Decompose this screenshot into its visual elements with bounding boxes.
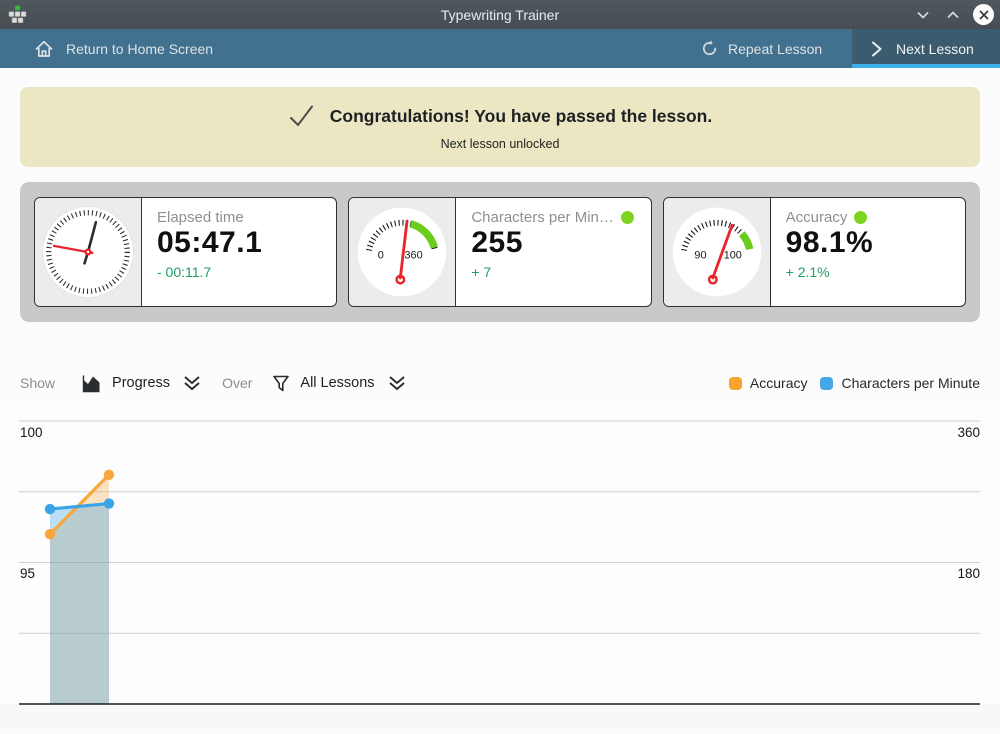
filter-funnel-icon [272,374,290,393]
next-lesson-label: Next Lesson [896,41,974,57]
stat-value: 255 [471,226,635,261]
accuracy-icon-cell: 90 100 [664,198,771,306]
title-bar: Typewriting Trainer [0,0,1000,29]
return-home-label: Return to Home Screen [66,41,213,57]
stat-value: 98.1% [786,226,950,261]
banner-title: Congratulations! You have passed the les… [330,106,713,127]
improvement-dot [854,211,867,224]
home-icon [34,39,54,59]
cpm-legend-label: Characters per Minute [841,375,980,391]
chevron-up-icon [945,7,961,23]
stat-label: Characters per Min… [471,209,614,226]
clock-icon [40,204,136,300]
elapsed-time-icon-cell [35,198,142,306]
left-axis-tick-95: 95 [20,566,35,581]
accuracy-gauge-icon: 90 100 [671,206,763,298]
stat-label: Elapsed time [157,209,244,226]
gauge-min-label: 0 [378,250,384,262]
checkmark-icon [288,103,315,130]
banner-subtitle: Next lesson unlocked [441,137,560,151]
stat-label: Accuracy [786,209,848,226]
over-label: Over [222,375,252,391]
app-window: { "window": { "title": "Typewriting Trai… [0,0,1000,729]
return-home-button[interactable]: Return to Home Screen [34,29,213,68]
toolbar: Return to Home Screen Repeat Lesson Next… [0,29,1000,68]
progress-chart: 100 95 360 180 [0,405,1000,729]
progress-combobox[interactable]: Progress [81,373,202,394]
accuracy-card: 90 100 Accuracy 98.1% + 2.1% [663,197,966,307]
speed-gauge-icon: 0 360 [356,206,448,298]
accuracy-legend-label: Accuracy [750,375,808,391]
area-chart-icon [81,373,102,394]
left-axis-tick-100: 100 [20,425,43,440]
right-axis-tick-360: 360 [957,425,980,440]
close-icon [978,9,990,21]
show-label: Show [20,375,55,391]
stat-delta: + 7 [471,264,635,280]
window-controls [913,0,994,29]
elapsed-time-card: Elapsed time 05:47.1 - 00:11.7 [34,197,337,307]
stat-value: 05:47.1 [157,226,321,261]
double-chevron-down-icon [387,374,407,392]
active-tab-underline [852,64,1000,68]
cpm-icon-cell: 0 360 [349,198,456,306]
stat-delta: + 2.1% [786,264,950,280]
refresh-icon [700,39,719,58]
lessons-filter-combobox[interactable]: All Lessons [272,374,406,393]
gauge-max-label: 360 [405,250,423,262]
accuracy-swatch [729,377,742,390]
cpm-swatch [820,377,833,390]
double-chevron-down-icon [182,374,202,392]
close-button[interactable] [973,4,994,25]
lessons-filter-label: All Lessons [300,375,374,391]
gauge-min-label: 90 [694,250,706,262]
congratulations-banner: Congratulations! You have passed the les… [20,87,980,167]
right-axis-tick-180: 180 [957,566,980,581]
chevron-down-icon [915,7,931,23]
window-title: Typewriting Trainer [0,7,1000,23]
maximize-button[interactable] [943,5,963,25]
progress-chart-canvas [0,405,1000,729]
app-keyboard-icon [8,5,27,24]
next-arrow-icon [868,39,885,59]
cpm-card: 0 360 Characters per Min… 255 + 7 [348,197,651,307]
chart-controls: Show Progress Over All Lessons [20,370,407,396]
progress-combobox-label: Progress [112,375,170,391]
repeat-lesson-label: Repeat Lesson [728,41,822,57]
stats-panel: Elapsed time 05:47.1 - 00:11.7 0 360 Cha… [20,182,980,322]
chart-legend: Accuracy Characters per Minute [729,370,980,396]
next-lesson-tab[interactable]: Next Lesson [852,29,1000,68]
repeat-lesson-button[interactable]: Repeat Lesson [700,29,822,68]
gauge-max-label: 100 [723,250,741,262]
improvement-dot [621,211,634,224]
minimize-button[interactable] [913,5,933,25]
stat-delta: - 00:11.7 [157,264,321,280]
